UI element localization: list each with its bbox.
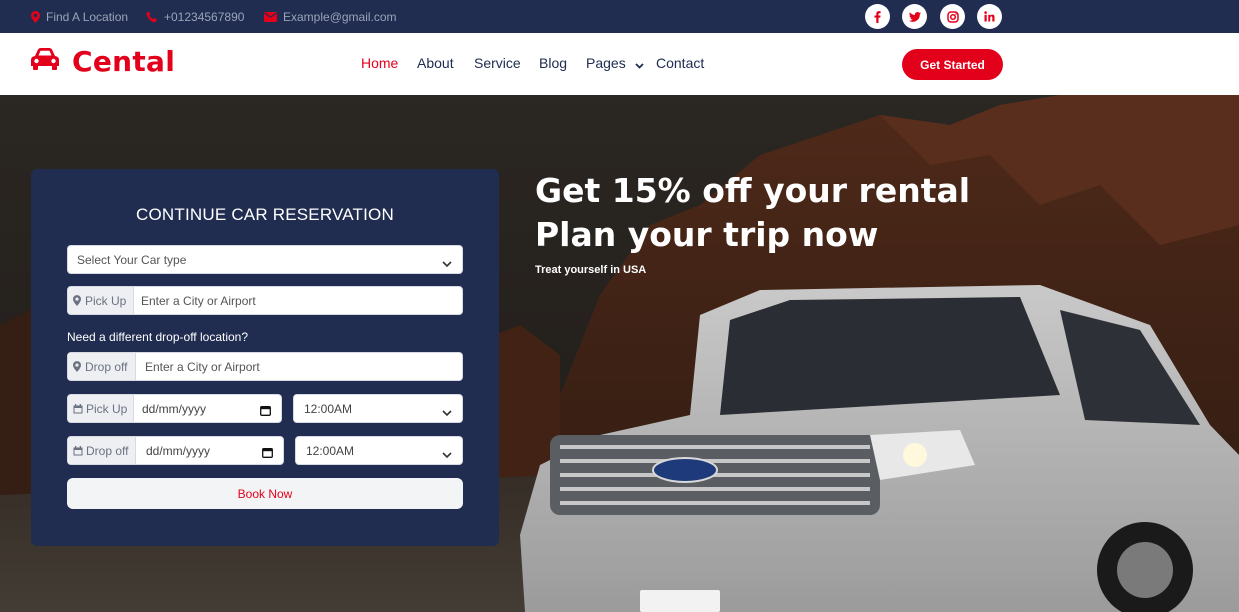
hero-headline: Get 15% off your rental Plan your trip n… [535,169,970,257]
nav-contact[interactable]: Contact [656,55,704,71]
map-marker-icon [73,361,81,372]
brand-name: Cental [72,45,176,78]
dropoff-location-addon-label: Drop off [85,359,128,374]
phone-text: +01234567890 [164,9,245,24]
dropoff-time-value: 12:00AM [306,443,355,458]
calendar-picker-icon[interactable] [260,403,271,421]
nav-pages-label: Pages [586,55,626,71]
dropoff-location-addon: Drop off [68,353,136,380]
chevron-down-icon [634,56,644,72]
email-text: Example@gmail.com [283,9,397,24]
pickup-date-input[interactable]: dd/mm/yyyy [142,395,206,422]
pickup-location-addon-label: Pick Up [85,293,127,308]
nav-home[interactable]: Home [361,55,398,71]
get-started-button[interactable]: Get Started [902,49,1003,80]
chevron-down-icon [442,446,452,464]
car-type-select[interactable]: Select Your Car type [67,245,463,274]
dropoff-location-input[interactable]: Enter a City or Airport [145,353,260,380]
email-link[interactable]: Example@gmail.com [264,0,397,33]
main-navbar: Cental Home About Service Blog Pages Con… [0,33,1239,95]
location-text: Find A Location [46,9,129,24]
dropoff-date-group: Drop off dd/mm/yyyy [67,436,284,465]
dropoff-date-addon-label: Drop off [86,443,129,458]
dropoff-location-group: Drop off Enter a City or Airport [67,352,463,381]
hero-headline-line1: Get 15% off your rental [535,171,971,210]
calendar-icon [73,445,83,456]
phone-link[interactable]: +01234567890 [146,0,244,33]
hero-headline-line2: Plan your trip now [535,215,879,254]
linkedin-icon[interactable] [977,4,1002,29]
pickup-location-input[interactable]: Enter a City or Airport [141,287,256,314]
calendar-icon [73,403,83,414]
nav-pages-dropdown[interactable]: Pages [586,55,644,72]
instagram-icon[interactable] [940,4,965,29]
dropoff-time-select[interactable]: 12:00AM [295,436,463,465]
map-marker-icon [31,10,40,23]
top-bar: Find A Location +01234567890 Example@gma… [0,0,1239,33]
book-now-button[interactable]: Book Now [67,478,463,509]
pickup-time-value: 12:00AM [304,401,353,416]
hero-subline: Treat yourself in USA [535,264,647,276]
phone-icon [146,11,158,23]
facebook-icon[interactable] [865,4,890,29]
reservation-form-panel: CONTINUE CAR RESERVATION Select Your Car… [31,169,499,546]
map-marker-icon [73,295,81,306]
dropoff-question: Need a different drop-off location? [67,330,249,344]
dropoff-date-input[interactable]: dd/mm/yyyy [146,437,210,464]
calendar-picker-icon[interactable] [262,445,273,463]
nav-about[interactable]: About [417,55,454,71]
form-title: CONTINUE CAR RESERVATION [136,205,394,224]
car-icon [30,47,60,76]
chevron-down-icon [442,255,452,273]
car-type-placeholder: Select Your Car type [77,252,187,267]
brand-logo[interactable]: Cental [30,45,175,78]
pickup-date-addon: Pick Up [68,395,134,422]
dropoff-date-addon: Drop off [68,437,136,464]
envelope-icon [264,11,277,22]
hero-section: CONTINUE CAR RESERVATION Select Your Car… [0,95,1239,612]
pickup-location-addon: Pick Up [68,287,134,314]
nav-service[interactable]: Service [474,55,521,71]
pickup-date-addon-label: Pick Up [86,401,128,416]
pickup-date-group: Pick Up dd/mm/yyyy [67,394,282,423]
nav-blog[interactable]: Blog [539,55,567,71]
chevron-down-icon [442,404,452,422]
location-link[interactable]: Find A Location [31,0,128,33]
pickup-location-group: Pick Up Enter a City or Airport [67,286,463,315]
twitter-icon[interactable] [902,4,927,29]
pickup-time-select[interactable]: 12:00AM [293,394,463,423]
